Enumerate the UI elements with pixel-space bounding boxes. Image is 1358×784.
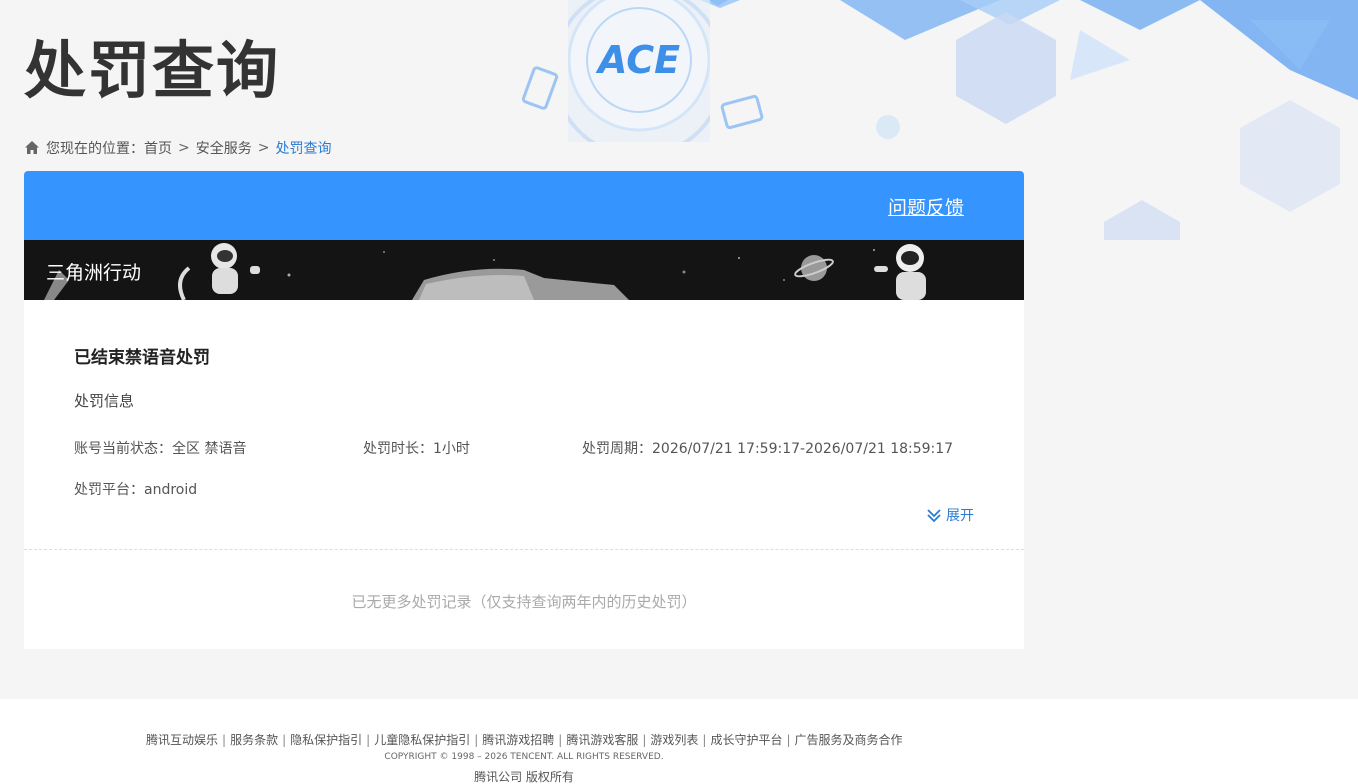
penalty-platform: 处罚平台：android bbox=[74, 482, 198, 498]
breadcrumb: 您现在的位置： 首页 > 安全服务 > 处罚查询 bbox=[24, 138, 331, 158]
game-banner: 三角洲行动 bbox=[24, 240, 1024, 300]
footer-separator: | bbox=[702, 733, 707, 747]
penalty-record: 已结束禁语音处罚 处罚信息 账号当前状态：全区 禁语音 处罚时长：1小时 处罚周… bbox=[24, 300, 1024, 550]
breadcrumb-separator: > bbox=[178, 140, 190, 156]
astronaut-left bbox=[178, 243, 260, 300]
breadcrumb-home[interactable]: 首页 bbox=[144, 138, 172, 158]
footer-link[interactable]: 隐私保护指引 bbox=[290, 733, 362, 747]
breadcrumb-separator: > bbox=[257, 140, 270, 156]
copyright: COPYRIGHT © 1998 – 2026 TENCENT. ALL RIG… bbox=[384, 752, 664, 762]
footer-link[interactable]: 腾讯游戏招聘 bbox=[482, 733, 554, 747]
record-title: 已结束禁语音处罚 bbox=[74, 348, 210, 368]
penalty-duration: 处罚时长：1小时 bbox=[363, 441, 470, 457]
footer-separator: | bbox=[474, 733, 479, 747]
account-status: 账号当前状态：全区 禁语音 bbox=[74, 441, 247, 457]
ace-logo: ACE bbox=[539, 0, 739, 171]
footer-separator: | bbox=[558, 733, 563, 747]
penalty-card: 问题反馈 三角洲行动 已结束禁语音处罚 处罚信息 账号当前状态：全区 禁语音 处… bbox=[24, 171, 1024, 649]
expand-label: 展开 bbox=[946, 508, 974, 524]
footer-link[interactable]: 广告服务及商务合作 bbox=[795, 733, 903, 747]
footer-link[interactable]: 腾讯互动娱乐 bbox=[146, 733, 218, 747]
footer-separator: | bbox=[366, 733, 371, 747]
game-name: 三角洲行动 bbox=[46, 262, 142, 284]
page-title: 处罚查询 bbox=[24, 34, 281, 107]
double-chevron-down-icon bbox=[927, 509, 941, 523]
no-more-records: 已无更多处罚记录（仅支持查询两年内的历史处罚） bbox=[351, 593, 697, 611]
breadcrumb-prefix: 您现在的位置： bbox=[46, 141, 144, 157]
footer-link[interactable]: 儿童隐私保护指引 bbox=[374, 733, 470, 747]
ace-logo-graphic: ACE bbox=[539, 0, 739, 171]
footer-separator: | bbox=[642, 733, 647, 747]
astronaut-right bbox=[874, 244, 926, 300]
game-banner-art bbox=[44, 243, 926, 300]
footer-separator: | bbox=[786, 733, 791, 747]
footer-separator: | bbox=[222, 733, 227, 747]
penalty-period: 处罚周期：2026/07/21 17:59:17-2026/07/21 18:5… bbox=[582, 441, 954, 457]
footer: 腾讯互动娱乐 | 服务条款 | 隐私保护指引 | 儿童隐私保护指引 | 腾讯游戏招聘 | 腾讯游戏客… bbox=[0, 699, 1358, 784]
footer-link[interactable]: 游戏列表 bbox=[650, 733, 698, 747]
breadcrumb-security[interactable]: 安全服务 bbox=[196, 138, 252, 158]
card-header: 问题反馈 bbox=[24, 171, 1024, 240]
ace-logo-text: ACE bbox=[595, 38, 680, 82]
rights-notice: 腾讯公司 版权所有 bbox=[474, 770, 574, 784]
footer-link[interactable]: 成长守护平台 bbox=[710, 733, 782, 747]
footer-link[interactable]: 服务条款 bbox=[230, 733, 278, 747]
breadcrumb-current: 处罚查询 bbox=[275, 141, 332, 157]
home-icon bbox=[25, 141, 39, 154]
record-subtitle: 处罚信息 bbox=[74, 392, 135, 410]
feedback-link[interactable]: 问题反馈 bbox=[888, 193, 964, 220]
footer-link[interactable]: 腾讯游戏客服 bbox=[566, 733, 638, 747]
expand-button[interactable]: 展开 bbox=[926, 505, 974, 525]
footer-links: 腾讯互动娱乐 | 服务条款 | 隐私保护指引 | 儿童隐私保护指引 | 腾讯游戏招聘 | 腾讯游戏客… bbox=[146, 731, 903, 748]
footer-separator: | bbox=[282, 733, 287, 747]
